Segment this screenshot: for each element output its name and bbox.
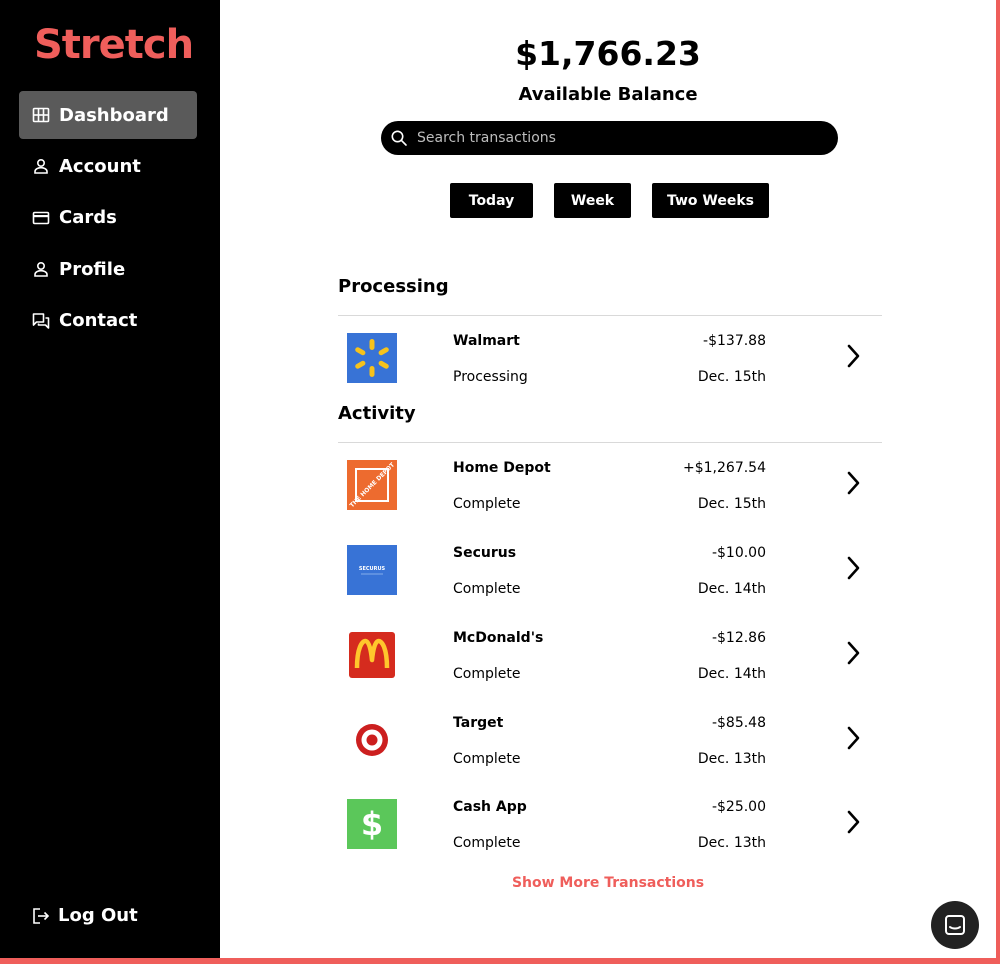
search-bar [381,121,838,155]
transaction-status: Complete [453,581,521,597]
grid-icon [32,106,50,124]
chat-icon [945,915,965,935]
transaction-date: Dec. 15th [697,369,766,385]
filter-week-button[interactable]: Week [554,183,631,218]
user-icon [32,157,50,175]
show-more-transactions-link[interactable]: Show More Transactions [220,875,996,891]
logout-icon [32,907,50,925]
transaction-status: Complete [453,835,521,851]
logout-label: Log Out [58,905,138,926]
search-icon [390,129,408,147]
filter-two-weeks-button[interactable]: Two Weeks [652,183,769,218]
transaction-name: Home Depot [453,460,551,476]
balance-label: Available Balance [518,84,698,105]
transaction-name: Walmart [453,333,520,349]
transaction-row-home-depot[interactable]: THE HOME DEPOT Home Depot Complete +$1,2… [338,460,882,530]
user-icon [32,260,50,278]
transaction-status: Complete [453,666,521,682]
processing-section-title: Processing [338,276,449,297]
transaction-status: Processing [453,369,528,385]
transaction-amount: +$1,267.54 [683,460,766,476]
sidebar: Stretch Dashboard Account Cards Profile [0,0,220,958]
chevron-right-icon [847,641,860,665]
sidebar-item-label: Dashboard [59,104,169,126]
activity-section-title: Activity [338,403,416,424]
transaction-row-securus[interactable]: SECURUS Securus Complete -$10.00 Dec. 14… [338,545,882,615]
chat-support-button[interactable] [931,901,979,949]
card-icon [32,209,50,227]
transaction-row-mcdonalds[interactable]: McDonald's Complete -$12.86 Dec. 14th [338,630,882,700]
walmart-logo [347,333,397,383]
balance-amount: $1,766.23 [515,34,701,73]
transaction-date: Dec. 14th [697,666,766,682]
sidebar-item-profile[interactable]: Profile [19,245,197,293]
transaction-amount: -$137.88 [703,333,766,349]
transaction-date: Dec. 13th [697,751,766,767]
transaction-amount: -$85.48 [711,715,766,731]
transaction-status: Complete [453,751,521,767]
page-frame-bottom [0,958,1000,964]
transaction-amount: -$12.86 [711,630,766,646]
transaction-amount: -$25.00 [711,799,766,815]
sidebar-item-label: Contact [59,310,138,332]
logout-button[interactable]: Log Out [32,905,138,926]
target-logo [347,715,397,765]
chevron-right-icon [847,810,860,834]
securus-logo-text: SECURUS [359,566,386,572]
page-frame-right [996,0,1000,964]
sidebar-item-cards[interactable]: Cards [19,194,197,242]
transaction-name: Cash App [453,799,527,815]
mcdonalds-logo [347,630,397,680]
transaction-name: McDonald's [453,630,544,646]
transaction-row-target[interactable]: Target Complete -$85.48 Dec. 13th [338,715,882,785]
transaction-name: Securus [453,545,517,561]
chat-icon [32,312,50,330]
chevron-right-icon [847,471,860,495]
transaction-status: Complete [453,496,521,512]
chevron-right-icon [847,726,860,750]
home-depot-logo: THE HOME DEPOT [347,460,397,510]
sidebar-item-dashboard[interactable]: Dashboard [19,91,197,139]
transaction-date: Dec. 13th [697,835,766,851]
chevron-right-icon [847,556,860,580]
sidebar-item-label: Account [59,155,141,177]
sidebar-nav: Dashboard Account Cards Profile Contact [19,91,197,348]
transaction-amount: -$10.00 [711,545,766,561]
brand-logo[interactable]: Stretch [34,22,194,68]
sidebar-item-account[interactable]: Account [19,142,197,190]
transaction-row-cash-app[interactable]: $ Cash App Complete -$25.00 Dec. 13th [338,799,882,869]
transaction-date: Dec. 15th [697,496,766,512]
search-input[interactable] [417,130,817,146]
transaction-row-walmart[interactable]: Walmart Processing -$137.88 Dec. 15th [338,333,882,403]
filter-today-button[interactable]: Today [450,183,533,218]
transaction-date: Dec. 14th [697,581,766,597]
cash-app-logo: $ [347,799,397,849]
svg-text:$: $ [361,805,383,843]
sidebar-item-label: Cards [59,207,117,229]
divider [338,315,882,316]
securus-logo: SECURUS [347,545,397,595]
transaction-name: Target [453,715,504,731]
divider [338,442,882,443]
sidebar-item-label: Profile [59,258,126,280]
chevron-right-icon [847,344,860,368]
sidebar-item-contact[interactable]: Contact [19,297,197,345]
